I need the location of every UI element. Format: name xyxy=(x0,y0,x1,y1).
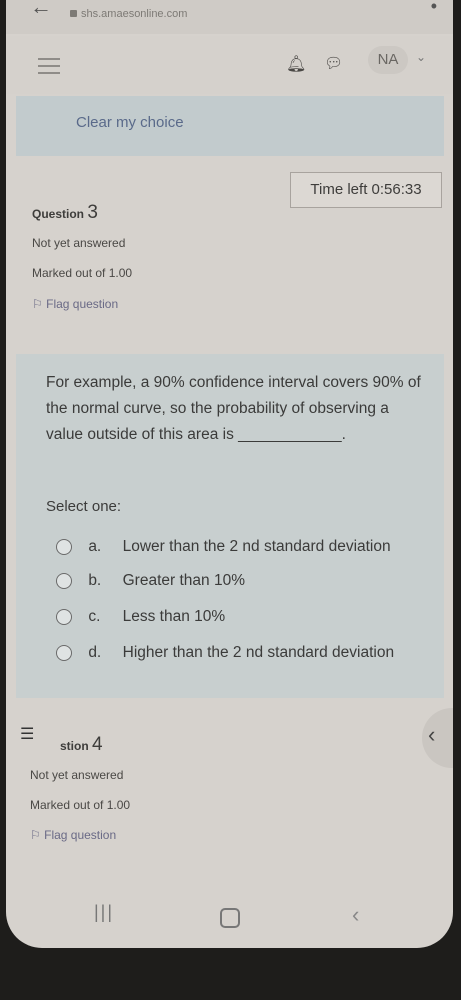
notification-bell-icon[interactable]: 🔔︎ xyxy=(286,54,306,74)
lock-icon xyxy=(70,10,77,17)
system-navigation-bar: ||| ‹ xyxy=(6,898,453,948)
flag-icon: ⚐ xyxy=(32,297,43,311)
recents-icon[interactable]: ||| xyxy=(94,902,114,923)
option-c[interactable]: c. Less than 10% xyxy=(56,608,225,626)
radio-option-a[interactable] xyxy=(56,538,72,555)
question-4-info: stion 4 Not yet answered Marked out of 1… xyxy=(16,730,444,860)
question-3-marks: Marked out of 1.00 xyxy=(32,266,133,280)
hamburger-menu-icon[interactable] xyxy=(38,58,60,79)
back-arrow-icon[interactable]: ← xyxy=(30,0,52,20)
flag-icon: ⚐ xyxy=(30,828,41,842)
question-3-title: Question 3 xyxy=(32,202,98,223)
more-icon[interactable]: • xyxy=(431,0,437,17)
question-4-marks: Marked out of 1.00 xyxy=(30,798,131,812)
select-one-label: Select one: xyxy=(46,498,122,515)
flag-question-4-link[interactable]: ⚐ Flag question xyxy=(30,828,116,842)
option-a[interactable]: a. Lower than the 2 nd standard deviatio… xyxy=(56,538,391,556)
user-avatar[interactable]: NA xyxy=(368,46,408,74)
question-4-status: Not yet answered xyxy=(30,768,124,782)
previous-question-answer-area: Clear my choice xyxy=(16,96,444,156)
url-text[interactable]: shs.amaesonline.com xyxy=(70,8,187,20)
question-3-status: Not yet answered xyxy=(32,236,126,250)
question-3-info: Question 3 Not yet answered Marked out o… xyxy=(14,196,442,324)
radio-option-b[interactable] xyxy=(56,572,72,589)
flag-question-3-link[interactable]: ⚐ Flag question xyxy=(32,297,118,311)
question-4-title: stion 4 xyxy=(60,734,103,755)
option-d[interactable]: d. Higher than the 2 nd standard deviati… xyxy=(56,644,394,662)
chevron-down-icon[interactable]: ⌄ xyxy=(416,50,426,64)
phone-screen: ← shs.amaesonline.com • 🔔︎ 💬︎ NA ⌄ Clear… xyxy=(6,0,453,948)
radio-option-d[interactable] xyxy=(56,644,72,661)
home-icon[interactable] xyxy=(220,908,240,928)
clear-my-choice-link[interactable]: Clear my choice xyxy=(76,114,184,131)
option-b[interactable]: b. Greater than 10% xyxy=(56,572,245,590)
system-back-icon[interactable]: ‹ xyxy=(352,902,359,928)
messages-icon[interactable]: 💬︎ xyxy=(324,54,343,72)
question-3-text: For example, a 90% confidence interval c… xyxy=(46,374,421,443)
browser-url-bar: ← shs.amaesonline.com • xyxy=(6,0,453,34)
question-3-content: For example, a 90% confidence interval c… xyxy=(16,354,444,698)
radio-option-c[interactable] xyxy=(56,608,72,625)
top-navbar: 🔔︎ 💬︎ NA ⌄ xyxy=(6,36,453,94)
